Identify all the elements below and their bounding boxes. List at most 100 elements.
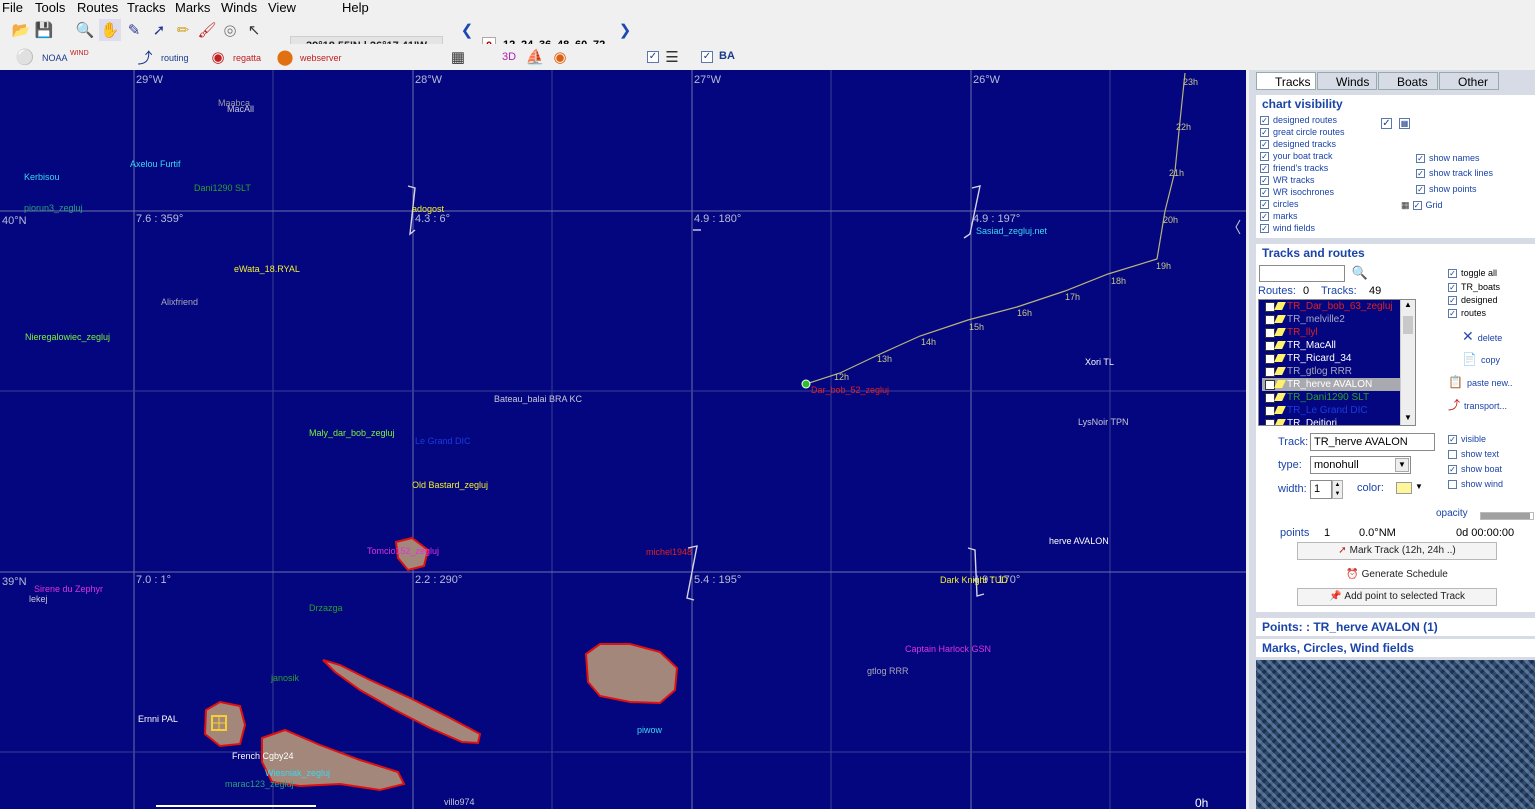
boat-label[interactable]: gtlog RRR — [867, 666, 909, 676]
tab-tracks[interactable]: Tracks — [1256, 72, 1316, 90]
track-list-item[interactable]: TR_herve AVALON — [1262, 378, 1401, 391]
boat-label[interactable]: lekej — [29, 594, 48, 604]
width-input[interactable]: 1 — [1310, 480, 1332, 499]
tracks-list-scrollbar[interactable]: ▲ ▼ — [1400, 300, 1415, 425]
pointer-icon[interactable]: ↖ — [243, 19, 265, 41]
menu-marks[interactable]: Marks — [175, 0, 210, 16]
boat-label[interactable]: Drzazga — [309, 603, 343, 613]
wind-label[interactable]: WIND — [70, 48, 89, 60]
zoom-icon[interactable]: 🔍 — [74, 19, 96, 41]
track-list-item[interactable]: TR_Ricard_34 — [1262, 352, 1401, 365]
option-visible[interactable]: ✓ visible — [1448, 434, 1486, 445]
visibility-option[interactable]: ✓ wind fields — [1260, 223, 1315, 234]
measure-tool-icon[interactable]: ✎ — [123, 19, 145, 41]
boat-label[interactable]: michel1948 — [646, 547, 692, 557]
boat-label[interactable]: Maly_dar_bob_zegluj — [309, 428, 395, 438]
chart-map[interactable]: 29°W 28°W 27°W 26°W 40°N 39°N 7.6 : 359°… — [0, 70, 1246, 809]
target-icon[interactable]: ◎ — [219, 19, 241, 41]
boat-label[interactable]: Captain Harlock GSN — [905, 644, 991, 654]
generate-schedule-button[interactable]: ⏰ Generate Schedule — [1297, 566, 1497, 584]
tab-winds[interactable]: Winds — [1317, 72, 1377, 90]
points-header[interactable]: Points: : TR_herve AVALON (1) — [1256, 618, 1535, 636]
sailboat-icon[interactable]: ⛵ — [524, 46, 546, 68]
route-draw-icon[interactable]: ➚ — [148, 19, 170, 41]
track-search-input[interactable] — [1259, 265, 1345, 282]
mark-track-button[interactable]: ➚ Mark Track (12h, 24h ..) — [1297, 542, 1497, 560]
boat-label[interactable]: Wiesniak_zegluj — [265, 768, 330, 778]
routing-icon[interactable]: ⤴ — [134, 46, 156, 68]
regatta-icon[interactable]: ◉ — [207, 46, 229, 68]
boat-label[interactable]: marac123_zegluj — [225, 779, 294, 789]
option-show-wind[interactable]: show wind — [1448, 479, 1503, 490]
open-folder-icon[interactable]: 📂 — [10, 19, 32, 41]
track-list-item[interactable]: TR_Dar_bob_63_zegluj — [1262, 300, 1401, 313]
visibility-option[interactable]: ✓ great circle routes — [1260, 127, 1345, 138]
noaa-label[interactable]: NOAA — [42, 52, 68, 64]
boat-label[interactable]: villo974 — [444, 797, 475, 807]
filter-tr-boats[interactable]: ✓ TR_boats — [1448, 282, 1500, 293]
visibility-master-checkbox[interactable]: ✓ — [1381, 118, 1392, 129]
routing-label[interactable]: routing — [161, 52, 189, 64]
grid-option[interactable]: ▦ ✓ Grid — [1401, 200, 1443, 211]
boat-label[interactable]: LysNoir TPN — [1078, 417, 1129, 427]
show-names-option[interactable]: ✓ show names — [1416, 153, 1480, 164]
layers-checkbox[interactable]: ✓ — [647, 51, 659, 63]
boat-label[interactable]: French Cgby24 — [232, 751, 294, 761]
boat-label[interactable]: Nieregalowiec_zegluj — [25, 332, 110, 342]
boat-label[interactable]: Dark Knight TUD — [940, 575, 1008, 585]
transport-button[interactable]: ⤴ transport... — [1448, 399, 1507, 412]
brush-icon[interactable]: 🖌 — [196, 19, 218, 41]
boat-label[interactable]: Dani1290 SLT — [194, 183, 251, 193]
track-list-item[interactable]: TR_Deitiori — [1262, 417, 1401, 425]
boat-label[interactable]: piwow — [637, 725, 662, 735]
visibility-config-icon[interactable]: ▦ — [1399, 118, 1410, 129]
tab-boats[interactable]: Boats — [1378, 72, 1438, 90]
add-point-button[interactable]: 📌 Add point to selected Track — [1297, 588, 1497, 606]
menu-routes[interactable]: Routes — [77, 0, 118, 16]
webserver-label[interactable]: webserver — [300, 52, 342, 64]
menu-winds[interactable]: Winds — [221, 0, 257, 16]
boat-label[interactable]: Le Grand DIC — [415, 436, 471, 446]
track-color-swatch[interactable] — [1396, 482, 1412, 494]
visibility-option[interactable]: ✓ designed routes — [1260, 115, 1337, 126]
menu-tools[interactable]: Tools — [35, 0, 65, 16]
boat-label[interactable]: Old Bastard_zegluj — [412, 480, 488, 490]
chevron-right-icon[interactable]: ❯ — [614, 19, 636, 41]
track-list-item[interactable]: TR_melville2 — [1262, 313, 1401, 326]
option-show-text[interactable]: show text — [1448, 449, 1499, 460]
paste-new-button[interactable]: 📋 paste new.. — [1448, 376, 1513, 389]
noaa-icon[interactable]: ⚪ — [14, 46, 36, 68]
filter-designed[interactable]: ✓ designed — [1448, 295, 1498, 306]
boat-label[interactable]: piorun3_zegluj — [24, 203, 83, 213]
tracks-list[interactable]: TR_Dar_bob_63_zegluj TR_melville2 TR_llyl T… — [1258, 299, 1416, 426]
boat-label[interactable]: Sasiad_zegluj.net — [976, 226, 1047, 236]
copy-button[interactable]: 📄 copy — [1462, 353, 1500, 366]
visibility-option[interactable]: ✓ your boat track — [1260, 151, 1333, 162]
boat-label[interactable]: herve AVALON — [1049, 536, 1109, 546]
boat-label[interactable]: Kerbisou — [24, 172, 60, 182]
visibility-option[interactable]: ✓ friend's tracks — [1260, 163, 1328, 174]
menu-view[interactable]: View — [268, 0, 296, 16]
visibility-option[interactable]: ✓ WR isochrones — [1260, 187, 1334, 198]
visibility-option[interactable]: ✓ marks — [1260, 211, 1298, 222]
track-list-item[interactable]: TR_llyl — [1262, 326, 1401, 339]
tab-other[interactable]: Other — [1439, 72, 1499, 90]
boat-label[interactable]: Xori TL — [1085, 357, 1114, 367]
boat-label[interactable]: Alixfriend — [161, 297, 198, 307]
ba-checkbox[interactable]: ✓ — [701, 51, 713, 63]
option-show-boat[interactable]: ✓ show boat — [1448, 464, 1502, 475]
track-list-item[interactable]: TR_Dani1290 SLT — [1262, 391, 1401, 404]
type-select[interactable]: monohull ▼ — [1310, 456, 1411, 474]
visibility-option[interactable]: ✓ designed tracks — [1260, 139, 1336, 150]
boat-label[interactable]: Bateau_balai BRA KC — [494, 394, 582, 404]
boat-label[interactable]: Sirene du Zephyr — [34, 584, 103, 594]
regatta-label[interactable]: regatta — [233, 52, 261, 64]
webserver-icon[interactable]: ⬤ — [274, 46, 296, 68]
boat-label[interactable]: janosik — [271, 673, 299, 683]
filter-toggle-all[interactable]: ✓ toggle all — [1448, 268, 1497, 279]
delete-button[interactable]: ✕ delete — [1462, 329, 1502, 344]
chevron-down-icon[interactable]: ▼ — [1395, 458, 1409, 472]
track-name-input[interactable]: TR_herve AVALON — [1310, 433, 1435, 451]
boat-label[interactable]: Ernni PAL — [138, 714, 178, 724]
3d-label[interactable]: 3D — [502, 51, 516, 63]
